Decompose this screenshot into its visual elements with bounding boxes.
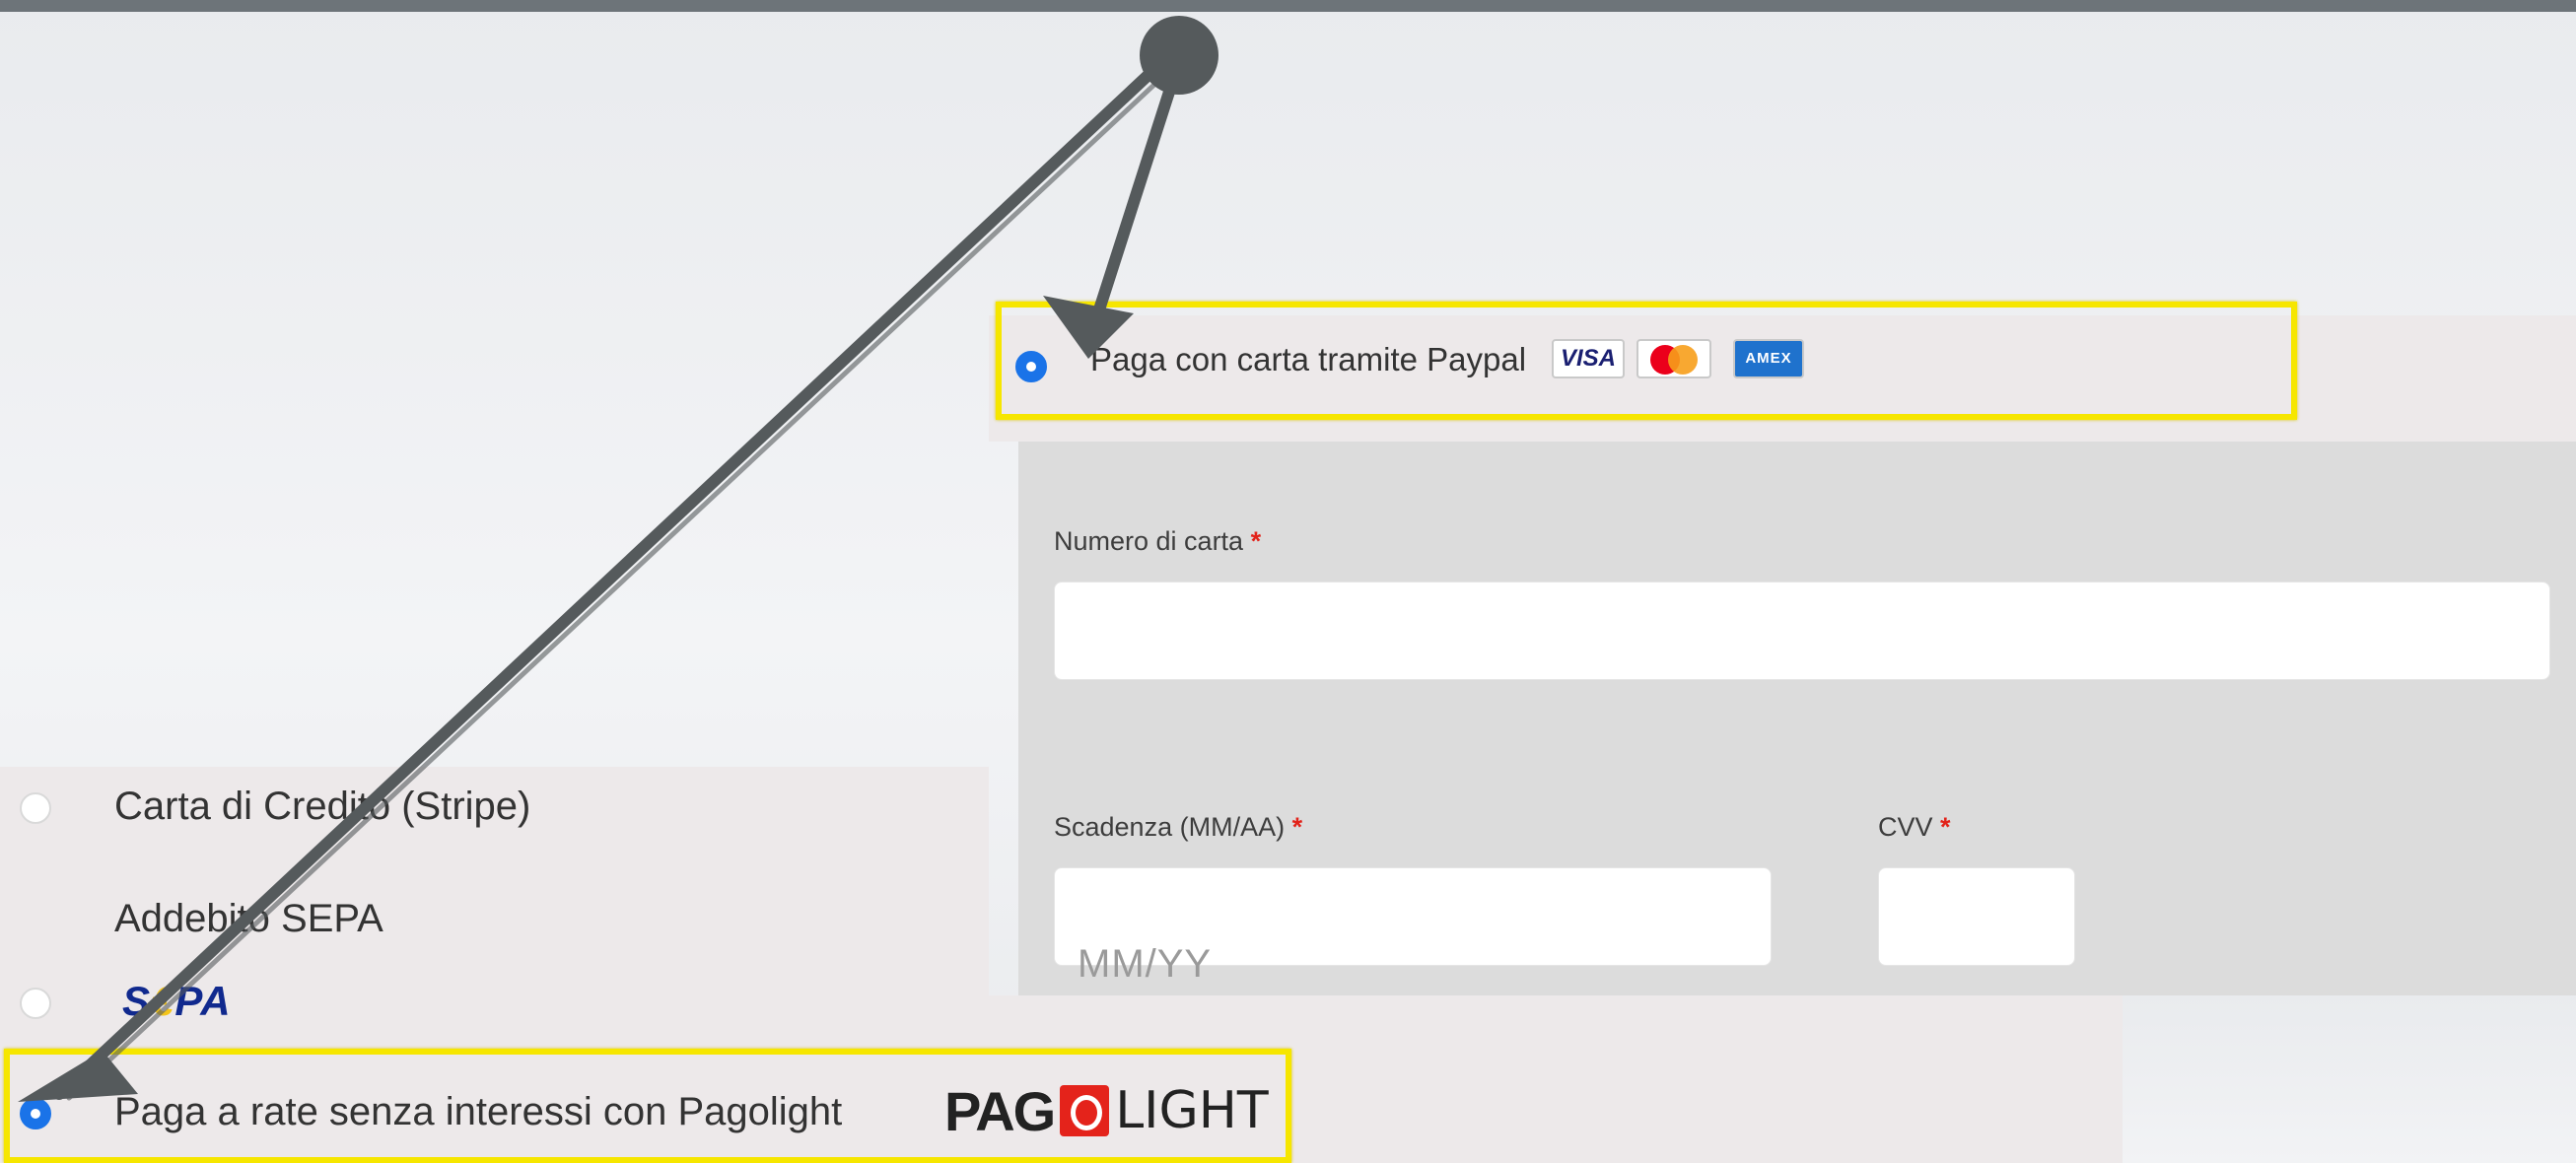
arrow-to-pagolight (53, 53, 1171, 1100)
arrow-head-pagolight (18, 1051, 138, 1102)
arrow-head-paypal (1043, 296, 1134, 359)
annotation-arrows (18, 16, 1218, 1102)
arrow-origin-dot (1140, 16, 1218, 95)
